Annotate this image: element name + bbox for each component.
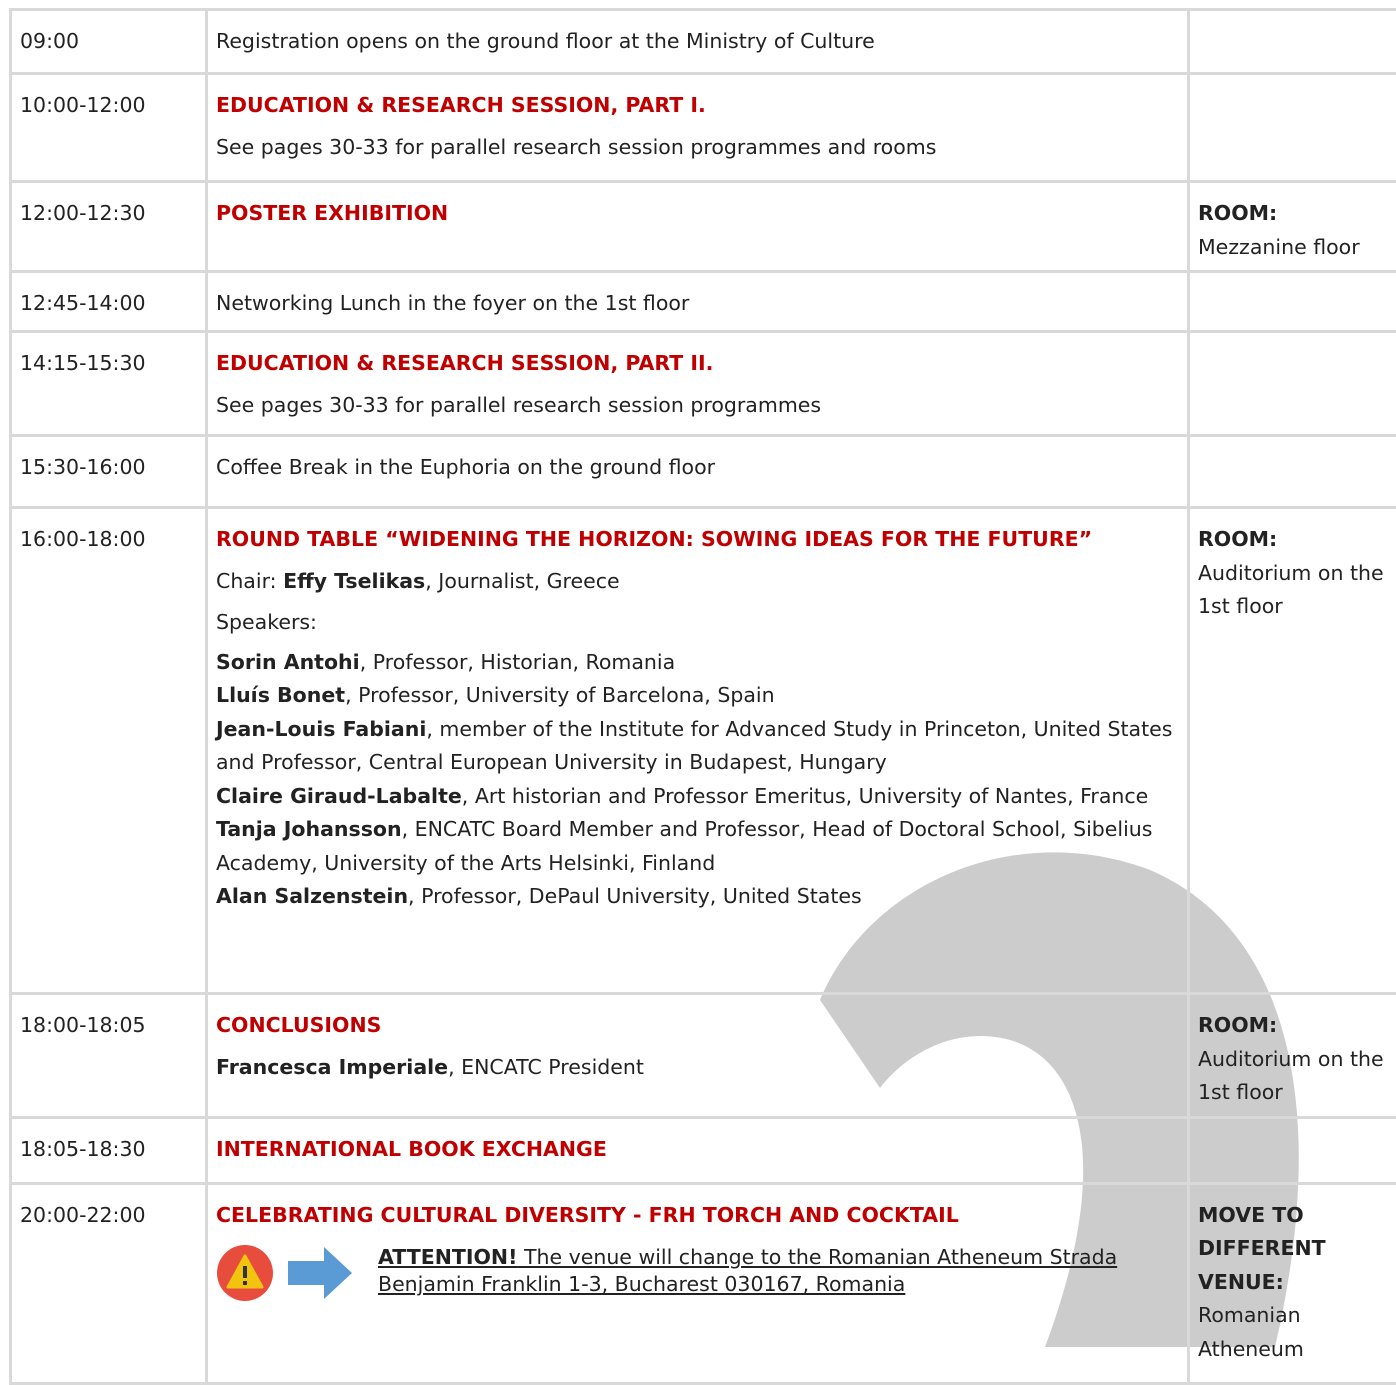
time-cell: 12:45-14:00: [11, 272, 207, 332]
arrow-right-icon: [288, 1247, 352, 1310]
event-cell: INTERNATIONAL BOOK EXCHANGE: [207, 1117, 1189, 1183]
table-row: 16:00-18:00 ROUND TABLE “WIDENING THE HO…: [11, 508, 1396, 994]
session-title: ROUND TABLE “WIDENING THE HORIZON: SOWIN…: [216, 523, 1179, 557]
attention-notice: ATTENTION! The venue will change to the …: [216, 1244, 1179, 1313]
room-cell: MOVE TO DIFFERENT VENUE: Romanian Athene…: [1189, 1183, 1396, 1383]
speaker-desc: , Professor, DePaul University, United S…: [408, 884, 862, 908]
session-title: CONCLUSIONS: [216, 1009, 1179, 1043]
event-cell: EDUCATION & RESEARCH SESSION, PART I. Se…: [207, 74, 1189, 182]
room-cell: [1189, 332, 1396, 436]
speaker-name: Sorin Antohi: [216, 650, 360, 674]
session-title: EDUCATION & RESEARCH SESSION, PART II.: [216, 347, 1179, 381]
chair-line: Chair: Effy Tselikas, Journalist, Greece: [216, 565, 1179, 599]
list-item: Claire Giraud-Labalte, Art historian and…: [216, 780, 1179, 814]
room-value: Romanian Atheneum: [1198, 1299, 1396, 1366]
session-title: EDUCATION & RESEARCH SESSION, PART I.: [216, 89, 1179, 123]
table-row: 14:15-15:30 EDUCATION & RESEARCH SESSION…: [11, 332, 1396, 436]
person-name: Francesca Imperiale: [216, 1055, 448, 1079]
time-cell: 14:15-15:30: [11, 332, 207, 436]
speaker-name: Claire Giraud-Labalte: [216, 784, 462, 808]
table-row: 10:00-12:00 EDUCATION & RESEARCH SESSION…: [11, 74, 1396, 182]
time-cell: 10:00-12:00: [11, 74, 207, 182]
table-row: 18:05-18:30 INTERNATIONAL BOOK EXCHANGE: [11, 1117, 1396, 1183]
warning-icon: [216, 1244, 274, 1313]
room-cell: [1189, 10, 1396, 74]
list-item: Lluís Bonet, Professor, University of Ba…: [216, 679, 1179, 713]
speaker-list: Sorin Antohi, Professor, Historian, Roma…: [216, 646, 1179, 914]
event-text: Coffee Break in the Euphoria on the grou…: [216, 455, 715, 479]
event-cell: CELEBRATING CULTURAL DIVERSITY - FRH TOR…: [207, 1183, 1189, 1383]
list-item: Alan Salzenstein, Professor, DePaul Univ…: [216, 880, 1179, 914]
notice-icons: [216, 1244, 378, 1313]
session-title: POSTER EXHIBITION: [216, 197, 1179, 231]
table-row: 12:00-12:30 POSTER EXHIBITION ROOM: Mezz…: [11, 182, 1396, 272]
event-cell: CONCLUSIONS Francesca Imperiale, ENCATC …: [207, 994, 1189, 1118]
table-row: 09:00 Registration opens on the ground f…: [11, 10, 1396, 74]
event-cell: Networking Lunch in the foyer on the 1st…: [207, 272, 1189, 332]
room-value: Auditorium on the 1st floor: [1198, 1043, 1396, 1110]
chair-name: Effy Tselikas: [283, 569, 425, 593]
room-value: Mezzanine floor: [1198, 231, 1396, 265]
event-cell: Registration opens on the ground floor a…: [207, 10, 1189, 74]
chair-desc: , Journalist, Greece: [425, 569, 619, 593]
time-cell: 18:00-18:05: [11, 994, 207, 1118]
event-text: Registration opens on the ground floor a…: [216, 29, 875, 53]
table-row: 12:45-14:00 Networking Lunch in the foye…: [11, 272, 1396, 332]
event-cell: POSTER EXHIBITION: [207, 182, 1189, 272]
time-cell: 15:30-16:00: [11, 436, 207, 508]
attention-text: ATTENTION! The venue will change to the …: [378, 1244, 1179, 1298]
table-row: 18:00-18:05 CONCLUSIONS Francesca Imperi…: [11, 994, 1396, 1118]
schedule-table: 09:00 Registration opens on the ground f…: [9, 8, 1396, 1385]
event-text: See pages 30-33 for parallel research se…: [216, 389, 1179, 423]
event-text: Networking Lunch in the foyer on the 1st…: [216, 291, 689, 315]
event-cell: ROUND TABLE “WIDENING THE HORIZON: SOWIN…: [207, 508, 1189, 994]
time-cell: 20:00-22:00: [11, 1183, 207, 1383]
speaker-name: Jean-Louis Fabiani: [216, 717, 426, 741]
room-value: Auditorium on the 1st floor: [1198, 557, 1396, 624]
list-item: Jean-Louis Fabiani, member of the Instit…: [216, 713, 1179, 780]
room-label: ROOM:: [1198, 197, 1396, 231]
room-cell: ROOM: Auditorium on the 1st floor: [1189, 508, 1396, 994]
room-label: MOVE TO DIFFERENT VENUE:: [1198, 1199, 1396, 1300]
speaker-name: Alan Salzenstein: [216, 884, 408, 908]
speaker-desc: , Art historian and Professor Emeritus, …: [462, 784, 1149, 808]
list-item: Sorin Antohi, Professor, Historian, Roma…: [216, 646, 1179, 680]
room-cell: [1189, 74, 1396, 182]
session-title: CELEBRATING CULTURAL DIVERSITY - FRH TOR…: [216, 1199, 1179, 1233]
room-cell: [1189, 272, 1396, 332]
event-cell: EDUCATION & RESEARCH SESSION, PART II. S…: [207, 332, 1189, 436]
room-cell: ROOM: Mezzanine floor: [1189, 182, 1396, 272]
session-title: INTERNATIONAL BOOK EXCHANGE: [216, 1133, 1179, 1167]
table-row: 15:30-16:00 Coffee Break in the Euphoria…: [11, 436, 1396, 508]
speakers-label: Speakers:: [216, 606, 1179, 640]
room-label: ROOM:: [1198, 523, 1396, 557]
speaker-name: Tanja Johansson: [216, 817, 402, 841]
time-cell: 16:00-18:00: [11, 508, 207, 994]
table-row: 20:00-22:00 CELEBRATING CULTURAL DIVERSI…: [11, 1183, 1396, 1383]
person-line: Francesca Imperiale, ENCATC President: [216, 1051, 1179, 1085]
speaker-name: Lluís Bonet: [216, 683, 345, 707]
room-cell: ROOM: Auditorium on the 1st floor: [1189, 994, 1396, 1118]
time-cell: 09:00: [11, 10, 207, 74]
room-label: ROOM:: [1198, 1009, 1396, 1043]
room-cell: [1189, 1117, 1396, 1183]
speaker-desc: , Professor, Historian, Romania: [360, 650, 675, 674]
event-text: See pages 30-33 for parallel research se…: [216, 131, 1179, 165]
event-cell: Coffee Break in the Euphoria on the grou…: [207, 436, 1189, 508]
speaker-desc: , Professor, University of Barcelona, Sp…: [345, 683, 775, 707]
list-item: Tanja Johansson, ENCATC Board Member and…: [216, 813, 1179, 880]
attention-label: ATTENTION!: [378, 1245, 517, 1269]
time-cell: 18:05-18:30: [11, 1117, 207, 1183]
chair-prefix: Chair:: [216, 569, 283, 593]
person-desc: , ENCATC President: [448, 1055, 644, 1079]
room-cell: [1189, 436, 1396, 508]
time-cell: 12:00-12:30: [11, 182, 207, 272]
